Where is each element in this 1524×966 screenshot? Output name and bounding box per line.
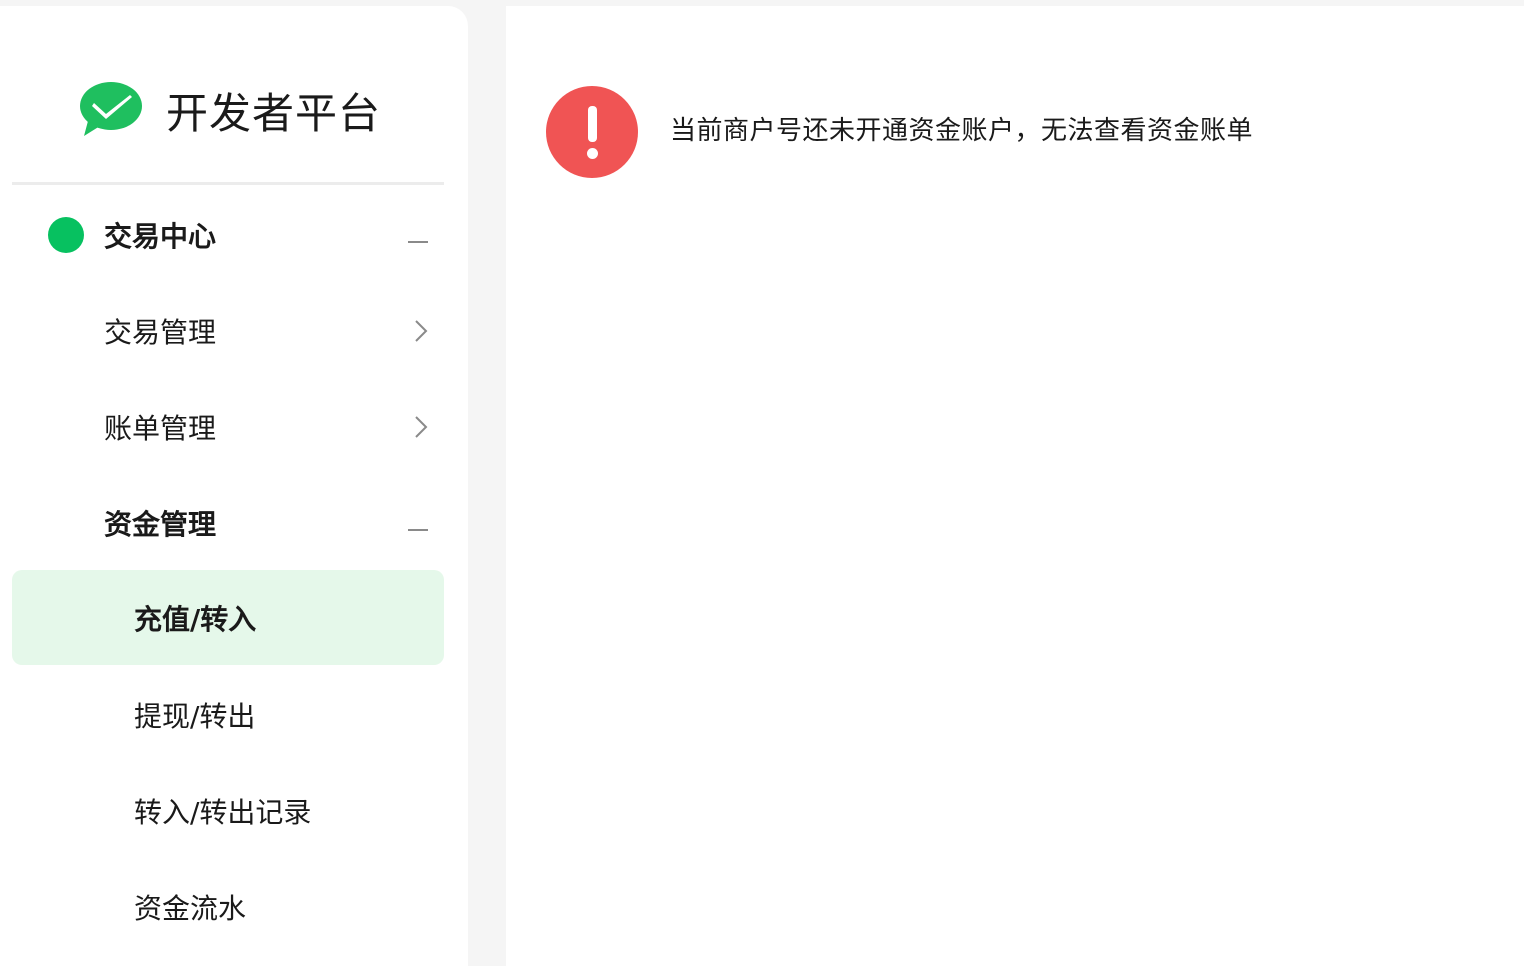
- collapse-minus-icon[interactable]: [408, 227, 428, 243]
- sidebar: 开发者平台 交易中心 交易管理 账单管理 资金管理 充值/转入 提现/转出 转入…: [0, 6, 468, 966]
- nav-item-fund-management[interactable]: 资金管理: [12, 475, 444, 570]
- nav-subitem-label: 资金流水: [134, 891, 247, 925]
- collapse-minus-icon[interactable]: [408, 515, 428, 531]
- exclamation-icon: [546, 86, 638, 178]
- nav-subitem-withdraw[interactable]: 提现/转出: [12, 667, 444, 762]
- main-content: 当前商户号还未开通资金账户，无法查看资金账单: [506, 6, 1524, 966]
- nav-item-label: 交易管理: [104, 315, 217, 349]
- logo[interactable]: 开发者平台: [78, 80, 381, 140]
- nav-item-trade-management[interactable]: 交易管理: [12, 283, 444, 378]
- nav-item-label: 资金管理: [104, 507, 217, 541]
- nav-item-label: 账单管理: [104, 411, 217, 445]
- nav-subitem-label: 充值/转入: [134, 602, 257, 636]
- chevron-right-icon[interactable]: [414, 415, 428, 439]
- nav-subitem-transfer-records[interactable]: 转入/转出记录: [12, 763, 444, 858]
- nav-subitem-label: 转入/转出记录: [134, 795, 312, 829]
- app-title: 开发者平台: [166, 88, 382, 138]
- alert-text: 当前商户号还未开通资金账户，无法查看资金账单: [670, 115, 1254, 146]
- wechat-pay-icon: [80, 82, 142, 136]
- status-dot-icon: [48, 216, 84, 253]
- alert-message: 当前商户号还未开通资金账户，无法查看资金账单: [546, 86, 1253, 178]
- nav-subitem-fund-flow[interactable]: 资金流水: [12, 859, 444, 954]
- chevron-right-icon[interactable]: [414, 319, 428, 343]
- nav-subitem-label: 提现/转出: [134, 699, 256, 733]
- nav-item-bill-management[interactable]: 账单管理: [12, 379, 444, 474]
- nav-subitem-recharge[interactable]: 充值/转入: [12, 570, 444, 665]
- nav-section-label: 交易中心: [104, 219, 217, 253]
- nav-section-trade-center[interactable]: 交易中心: [12, 187, 444, 282]
- divider: [12, 182, 444, 185]
